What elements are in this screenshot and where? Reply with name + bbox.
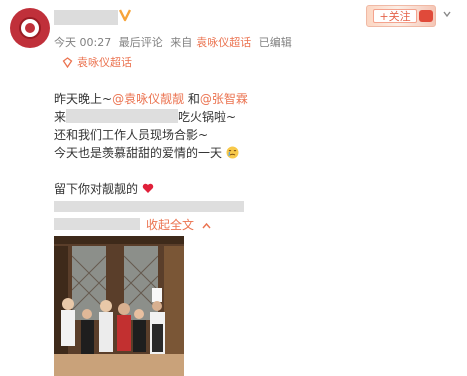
supertopic-label: 袁咏仪超话 [77,56,132,69]
chevron-up-icon [202,222,211,229]
post-line-5: 留下你对靓靓的 [54,180,154,197]
group-photo-image [54,236,184,376]
user-avatar[interactable] [10,8,50,48]
post-line-1: 昨天晚上~@袁咏仪靓靓 和@张智霖 [54,92,248,106]
follow-button[interactable]: +关注 [366,5,436,27]
last-comment-label: 最后评论 [118,36,163,49]
post-meta: 今天 00:27 最后评论 来自 袁咏仪超话 已编辑 [54,34,296,50]
post-line-3: 还和我们工作人员现场合影~ [54,128,209,142]
supertopic-tag[interactable]: 袁咏仪超话 [62,54,132,70]
collapse-label: 收起全文 [146,218,195,232]
post-line-2: 来吃火锅啦~ [54,109,237,124]
post-time[interactable]: 今天 00:27 [54,36,111,49]
username-blurred[interactable] [54,10,118,25]
mention-link-2[interactable]: @张智霖 [200,92,248,106]
post-photo[interactable] [54,236,184,376]
follow-decoration-icon [419,10,433,22]
from-label: 来自 [170,36,193,49]
post-line-4: 今天也是羡慕甜甜的爱情的一天 [54,144,239,161]
red-heart-icon [142,183,154,193]
collapse-text-button[interactable]: 收起全文 [146,216,211,233]
supertopic-icon [62,57,73,69]
mention-link-1[interactable]: @袁咏仪靓靓 [112,92,184,106]
chevron-down-icon[interactable] [443,10,451,18]
verified-v-icon [119,9,131,22]
blurred-line-1 [54,199,244,213]
post-source-link[interactable]: 袁咏仪超话 [196,36,251,49]
edited-label: 已编辑 [258,36,292,49]
blurred-line-2 [54,217,140,231]
crying-face-icon [226,146,239,159]
blurred-text [66,109,179,123]
follow-label: +关注 [373,9,417,23]
